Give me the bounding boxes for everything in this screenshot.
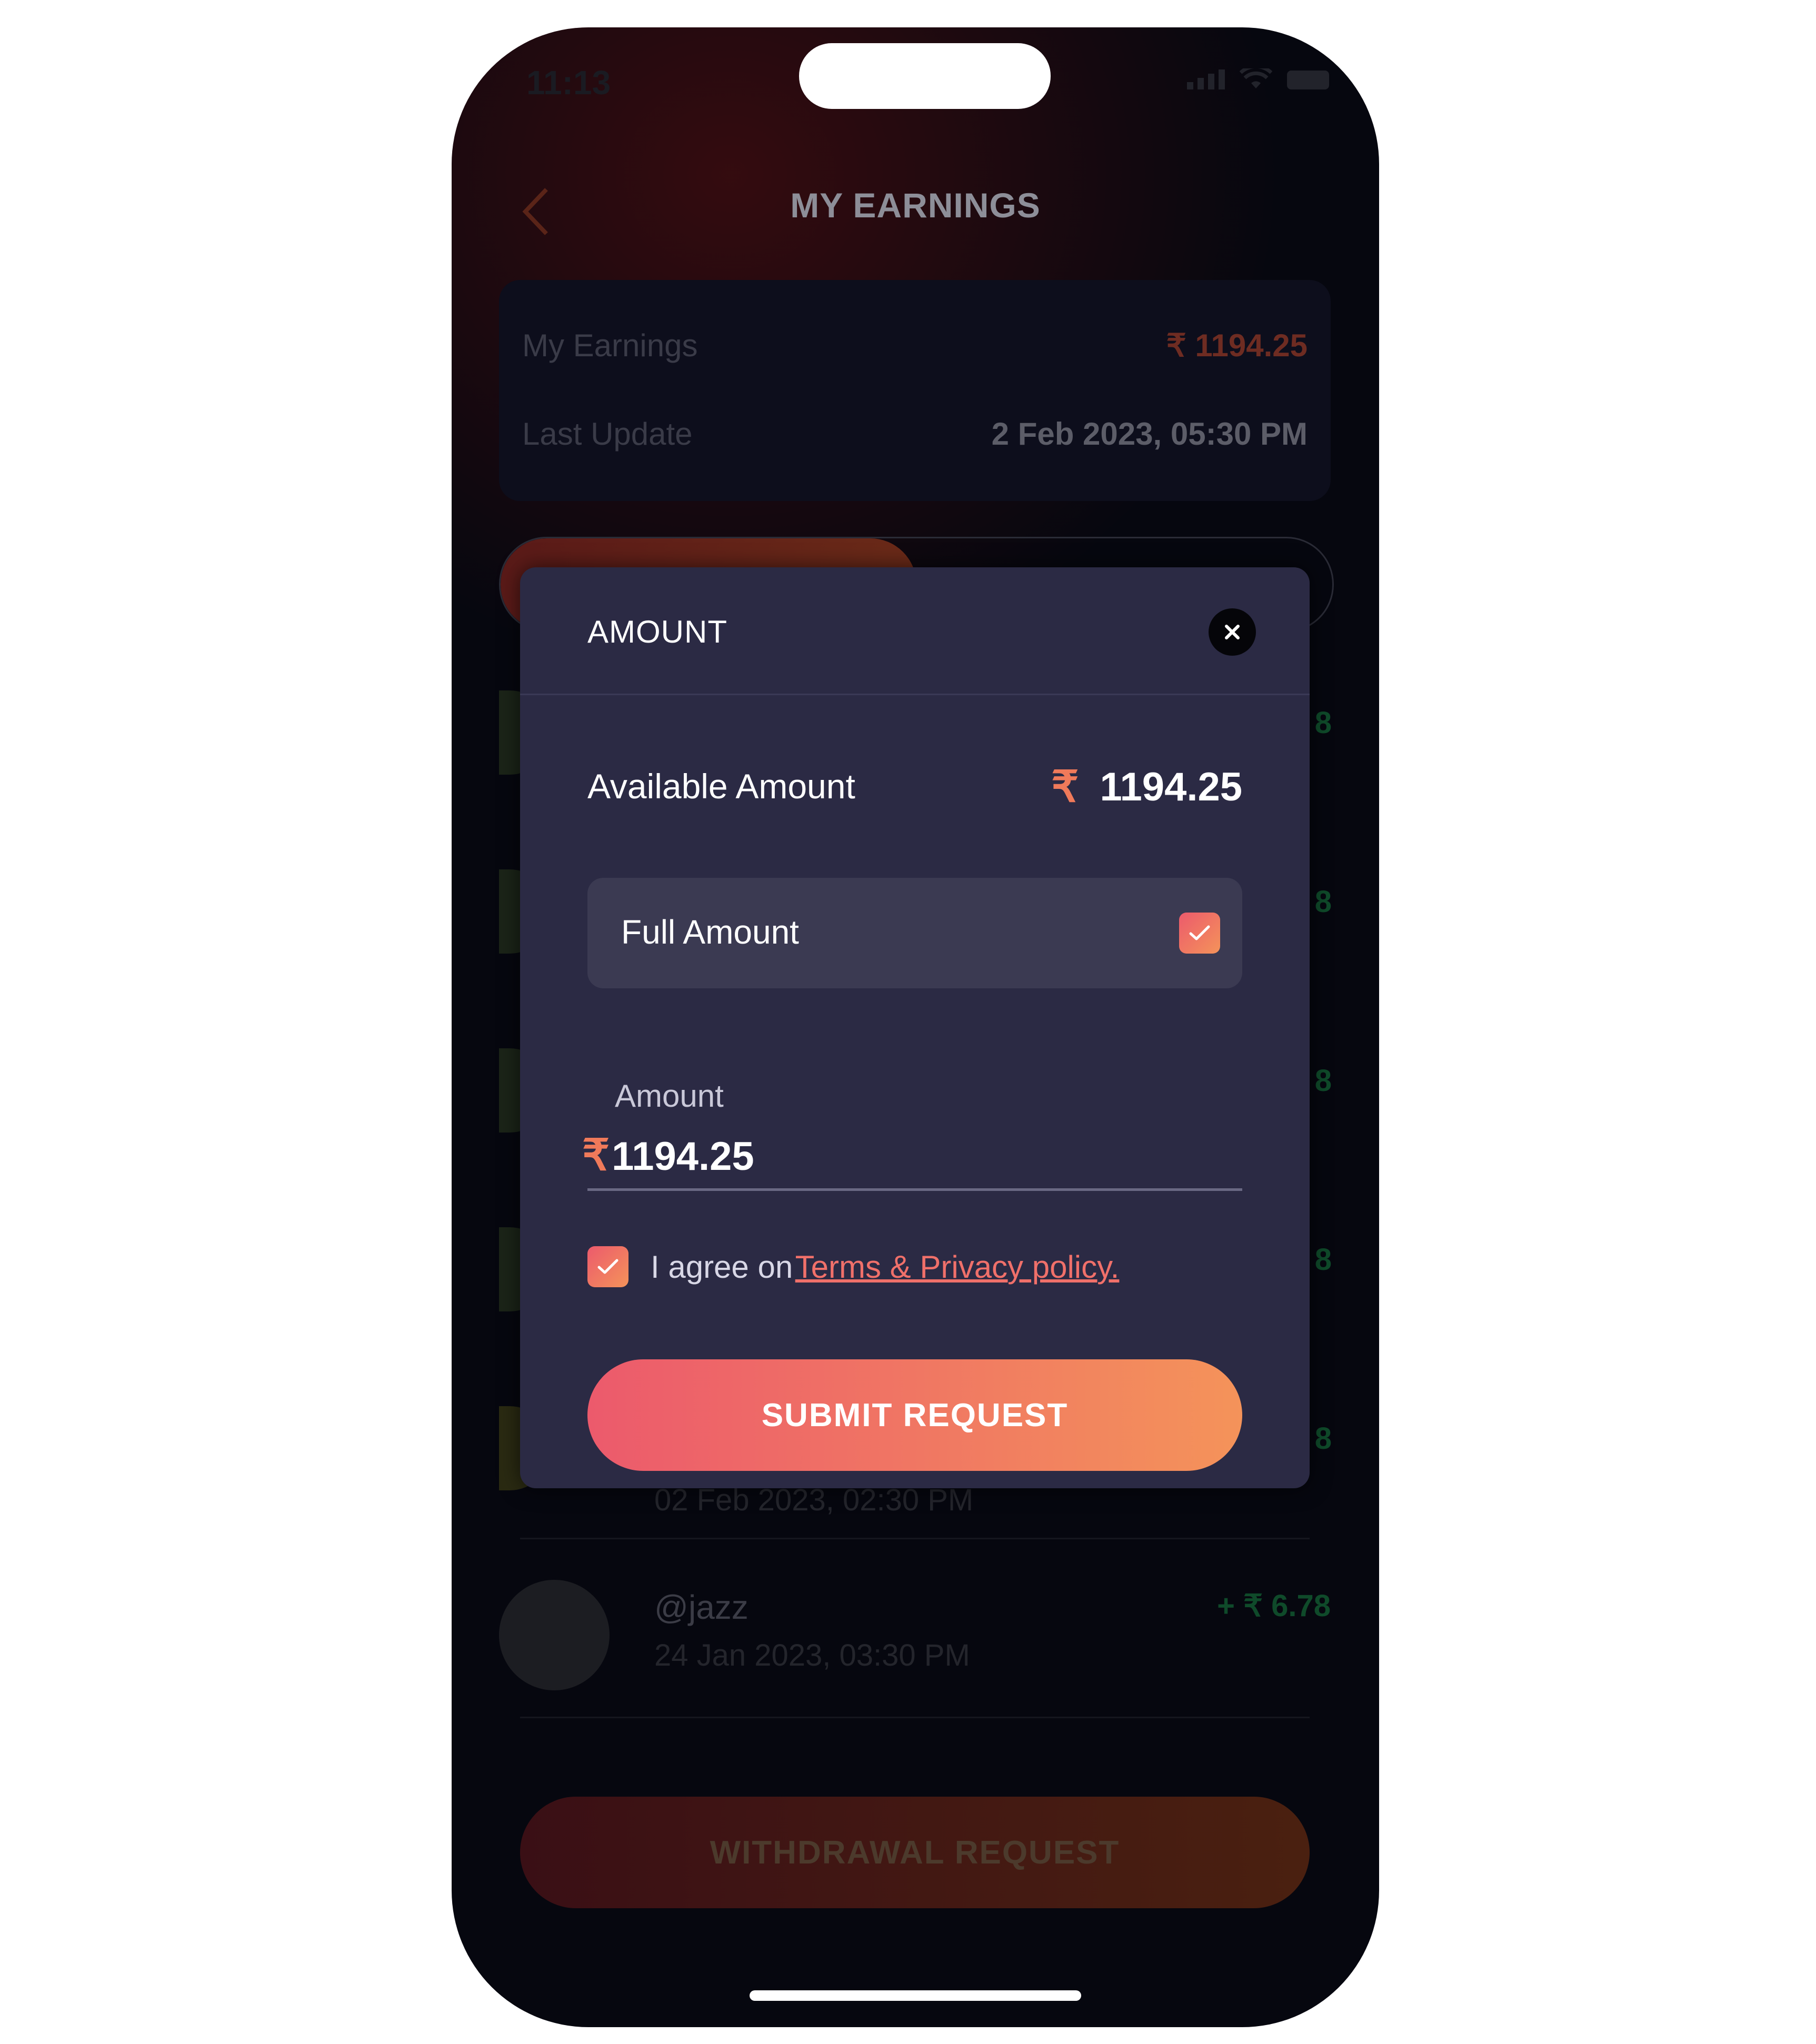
submit-request-button[interactable]: SUBMIT REQUEST [587, 1359, 1242, 1471]
phone-frame: 11:13 MY EARNINGS My Earnings ₹ 1194.25 … [452, 27, 1379, 2027]
signal-icon [1187, 69, 1225, 89]
earnings-card: My Earnings ₹ 1194.25 Last Update 2 Feb … [499, 280, 1331, 501]
list-amount: 8 [1314, 1064, 1332, 1098]
notch [799, 43, 1051, 109]
available-amount: ₹ 1194.25 [1051, 762, 1242, 812]
list-amount: 8 [1314, 706, 1332, 740]
page-title: MY EARNINGS [790, 186, 1041, 225]
terms-agreement: I agree on Terms & Privacy policy. [587, 1246, 1119, 1287]
amount-field-label: Amount [615, 1078, 724, 1114]
modal-divider [520, 694, 1310, 695]
wifi-icon [1240, 68, 1272, 88]
full-amount-label: Full Amount [621, 913, 799, 951]
checkmark-icon [597, 1259, 618, 1274]
list-item[interactable]: @jazz 24 Jan 2023, 03:30 PM + ₹ 6.78 [499, 1580, 1331, 1717]
avatar [499, 1580, 610, 1690]
home-indicator [750, 1990, 1081, 2001]
list-amount: 8 [1314, 1421, 1332, 1456]
battery-icon [1287, 71, 1329, 89]
close-button[interactable] [1209, 608, 1256, 656]
list-item-amount: + ₹ 6.78 [1217, 1589, 1331, 1623]
available-amount-value: 1194.25 [1100, 765, 1242, 809]
list-amount: 8 [1314, 885, 1332, 919]
earnings-row: My Earnings ₹ 1194.25 [522, 327, 1308, 364]
list-item-name: @jazz [654, 1588, 749, 1626]
status-icons [1187, 68, 1329, 89]
list-item-date: 24 Jan 2023, 03:30 PM [654, 1638, 970, 1672]
list-divider [520, 1538, 1310, 1539]
terms-checkbox[interactable] [587, 1246, 628, 1287]
earnings-label: My Earnings [522, 328, 698, 363]
terms-privacy-link[interactable]: Terms & Privacy policy. [795, 1249, 1120, 1285]
agree-text: I agree on [651, 1249, 793, 1285]
earnings-value: ₹ 1194.25 [1166, 328, 1308, 363]
available-amount-label: Available Amount [587, 767, 855, 806]
full-amount-option[interactable]: Full Amount [587, 878, 1242, 988]
rupee-icon: ₹ [1051, 763, 1079, 811]
last-update-value: 2 Feb 2023, 05:30 PM [991, 416, 1308, 452]
last-update-row: Last Update 2 Feb 2023, 05:30 PM [522, 416, 1308, 452]
close-icon [1225, 625, 1240, 639]
list-amount: 8 [1314, 1243, 1332, 1277]
full-amount-checkbox[interactable] [1179, 913, 1220, 954]
last-update-label: Last Update [522, 416, 693, 452]
status-time: 11:13 [526, 64, 611, 102]
withdrawal-request-button[interactable]: WITHDRAWAL REQUEST [520, 1797, 1310, 1908]
list-divider [520, 1717, 1310, 1718]
amount-modal: AMOUNT Available Amount ₹ 1194.25 Full A… [520, 567, 1310, 1488]
rupee-icon: ₹ [582, 1131, 610, 1179]
amount-input-value: 1194.25 [612, 1134, 754, 1179]
amount-input-underline [587, 1188, 1242, 1191]
amount-input[interactable]: ₹ 1194.25 [582, 1130, 754, 1180]
checkmark-icon [1189, 925, 1210, 940]
modal-title: AMOUNT [587, 614, 727, 649]
